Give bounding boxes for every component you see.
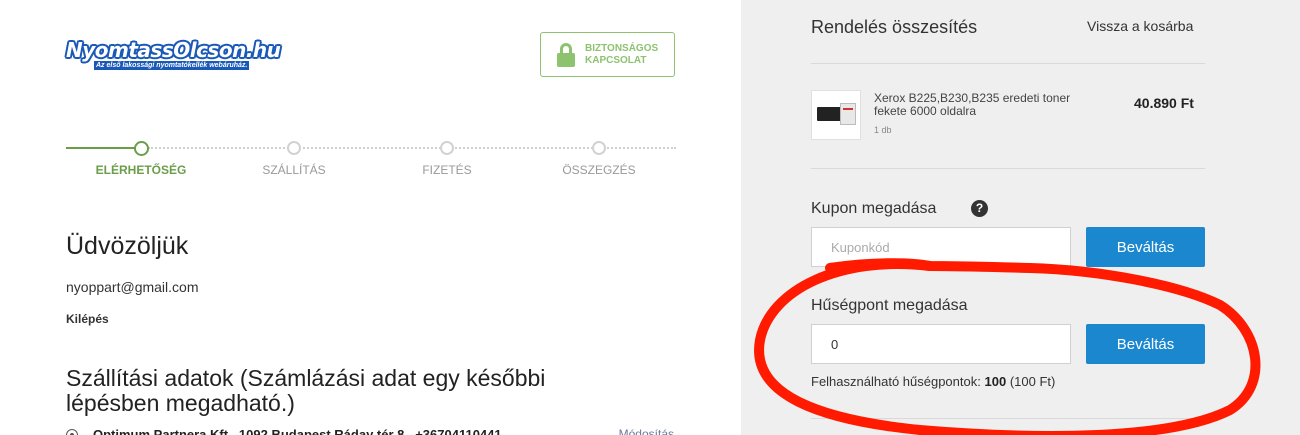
order-summary-column: Rendelés összesítés Vissza a kosárba Xer… bbox=[741, 0, 1300, 435]
step-dot-contact bbox=[134, 141, 149, 156]
loyalty-redeem-button[interactable]: Beváltás bbox=[1086, 324, 1205, 364]
coupon-redeem-button[interactable]: Beváltás bbox=[1086, 227, 1205, 267]
available-points-label: Felhasználható hűségpontok: bbox=[811, 374, 981, 389]
step-dot-summary bbox=[592, 141, 606, 155]
logout-link[interactable]: Kilépés bbox=[66, 312, 109, 326]
loyalty-label: Hűségpont megadása bbox=[811, 297, 968, 314]
site-logo[interactable]: NyomtassOlcson.hu Az első lakossági nyom… bbox=[66, 38, 288, 74]
divider bbox=[811, 418, 1205, 419]
checkout-progress: ELÉRHETŐSÉG SZÁLLÍTÁS FIZETÉS ÖSSZEGZÉS bbox=[66, 141, 676, 181]
question-circle-icon[interactable]: ? bbox=[971, 200, 988, 217]
progress-line-done bbox=[66, 147, 141, 149]
secure-label-line1: BIZTONSÁGOS bbox=[585, 42, 659, 54]
product-price: 40.890 Ft bbox=[1134, 95, 1194, 111]
address-radio[interactable] bbox=[66, 429, 78, 435]
available-points-money: (100 Ft) bbox=[1009, 374, 1056, 389]
lock-icon bbox=[557, 42, 575, 67]
toner-box-image bbox=[840, 103, 856, 125]
product-quantity: 1 db bbox=[874, 125, 892, 135]
shipping-section-title: Szállítási adatok (Számlázási adat egy k… bbox=[66, 365, 546, 416]
divider bbox=[811, 63, 1205, 64]
step-label-contact[interactable]: ELÉRHETŐSÉG bbox=[96, 163, 187, 177]
step-label-shipping: SZÁLLÍTÁS bbox=[262, 163, 326, 177]
user-email: nyoppart@gmail.com bbox=[66, 279, 199, 295]
divider bbox=[811, 168, 1205, 169]
logo-text: NyomtassOlcson.hu bbox=[66, 38, 281, 62]
available-points-note: Felhasználható hűségpontok: 100 (100 Ft) bbox=[811, 374, 1055, 389]
back-to-cart-link[interactable]: Vissza a kosárba bbox=[1087, 18, 1193, 34]
welcome-heading: Üdvözöljük bbox=[66, 232, 189, 260]
product-name: Xerox B225,B230,B235 eredeti toner feket… bbox=[874, 91, 1071, 118]
step-dot-payment bbox=[440, 141, 454, 155]
available-points-value: 100 bbox=[984, 374, 1007, 389]
step-dot-shipping bbox=[287, 141, 301, 155]
coupon-input[interactable] bbox=[811, 227, 1071, 267]
secure-label-line2: KAPCSOLAT bbox=[585, 54, 647, 66]
step-label-payment: FIZETÉS bbox=[422, 163, 472, 177]
secure-connection-badge: BIZTONSÁGOS KAPCSOLAT bbox=[540, 32, 675, 77]
checkout-form-column: NyomtassOlcson.hu Az első lakossági nyom… bbox=[0, 0, 741, 435]
coupon-label: Kupon megadása bbox=[811, 200, 937, 217]
address-option[interactable]: Optimum Partnera Kft., 1092 Budapest Rád… bbox=[66, 427, 676, 435]
step-label-summary: ÖSSZEGZÉS bbox=[562, 163, 636, 177]
address-text: Optimum Partnera Kft., 1092 Budapest Rád… bbox=[93, 427, 502, 435]
address-edit-link[interactable]: Módosítás bbox=[619, 427, 674, 435]
logo-tagline: Az első lakossági nyomtatókellék webáruh… bbox=[94, 61, 250, 70]
product-thumbnail bbox=[811, 90, 861, 140]
order-summary-title: Rendelés összesítés bbox=[811, 17, 978, 37]
loyalty-points-input[interactable] bbox=[811, 324, 1071, 364]
